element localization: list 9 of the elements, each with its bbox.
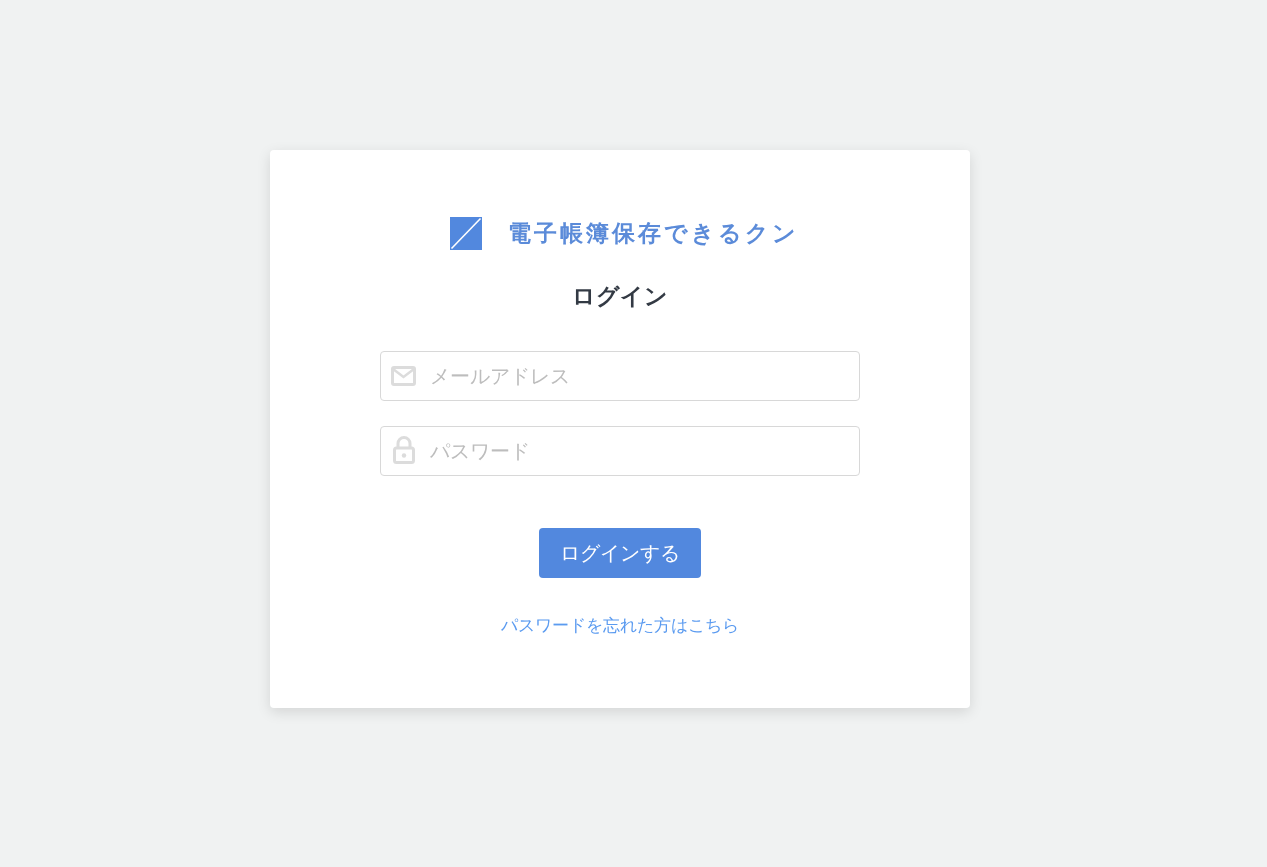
forgot-password-link[interactable]: パスワードを忘れた方はこちら (501, 614, 739, 637)
logo-text: 電子帳簿保存できるクン (507, 218, 799, 248)
envelope-icon (391, 366, 416, 386)
login-button[interactable]: ログインする (539, 528, 701, 578)
password-field[interactable]: パスワード (380, 426, 860, 476)
page-title: ログイン (572, 282, 668, 311)
logo-icon (449, 216, 482, 250)
lock-icon (393, 436, 415, 464)
email-field[interactable]: メールアドレス (380, 351, 860, 401)
